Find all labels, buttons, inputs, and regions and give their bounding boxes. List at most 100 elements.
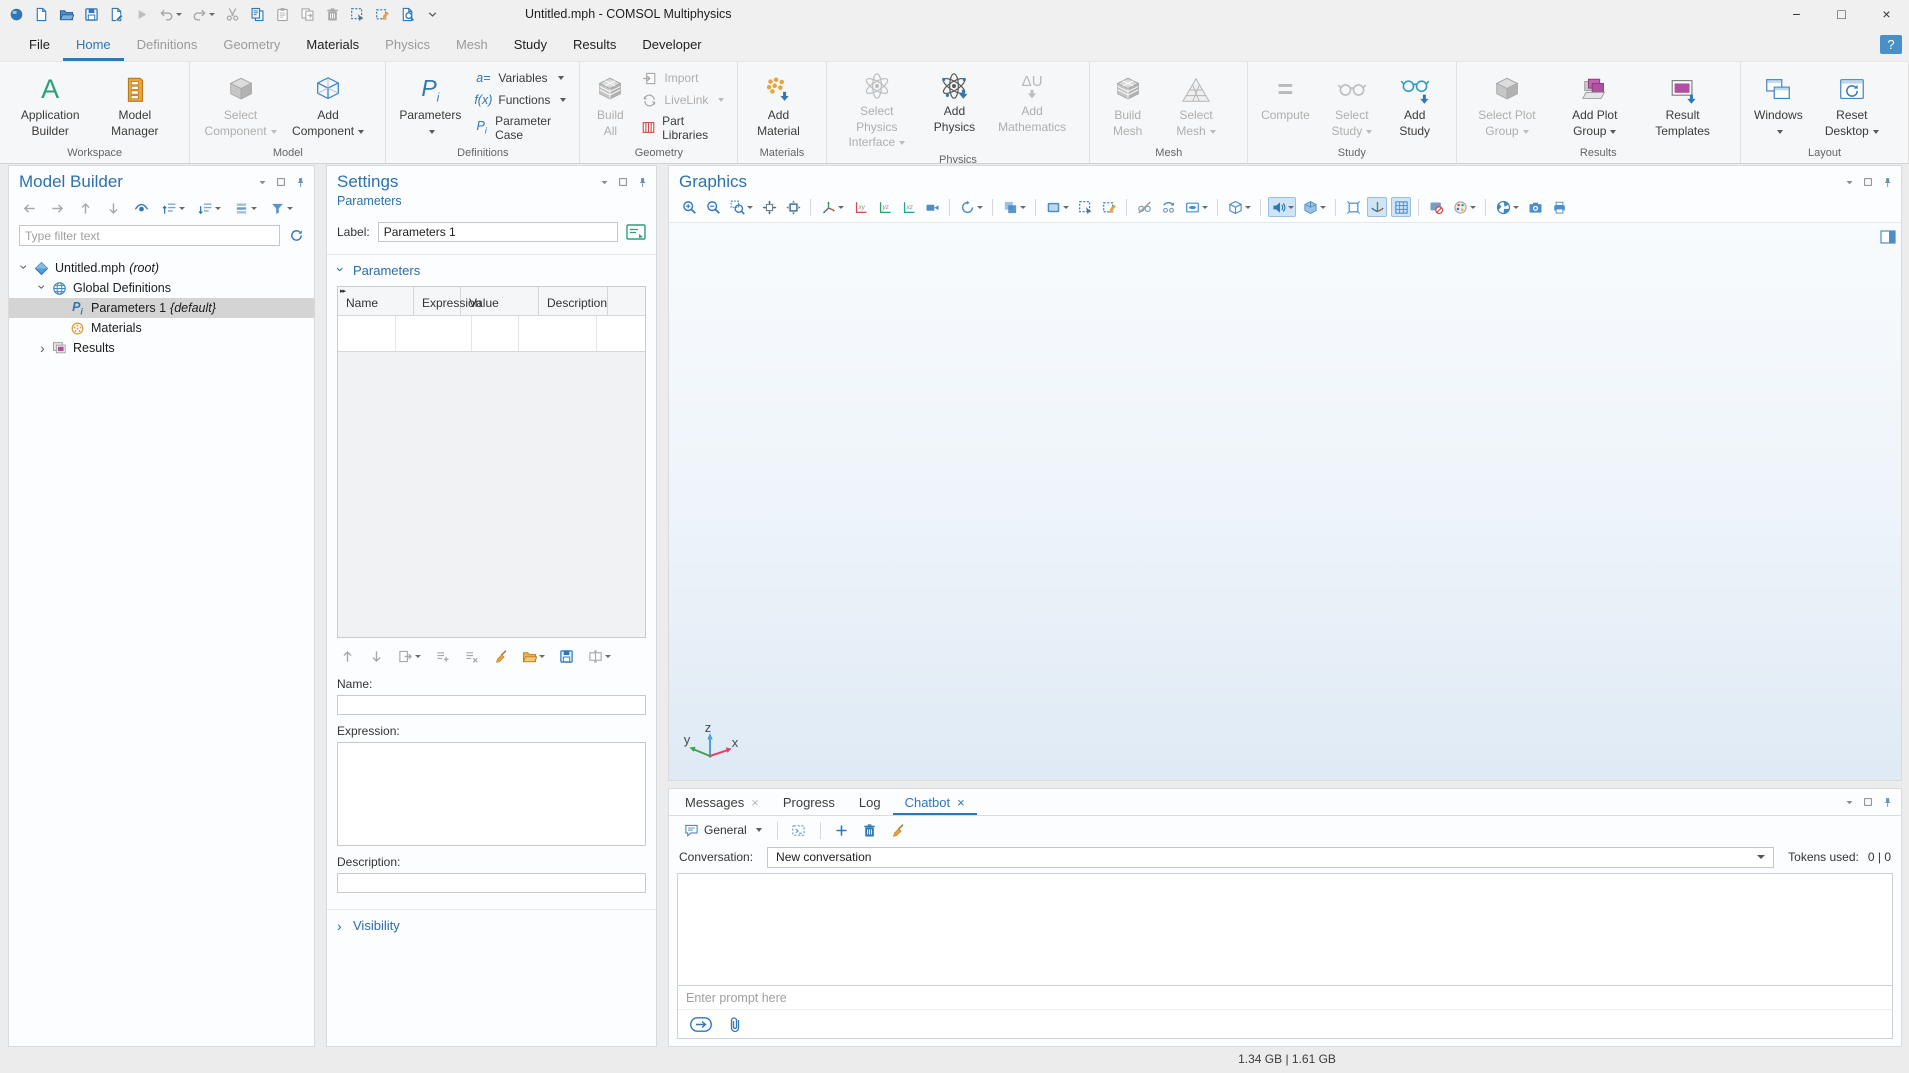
toolbar-button[interactable] (131, 198, 151, 218)
ribbon-button[interactable]: ΔU Add Mathematics (990, 65, 1075, 153)
ribbon-button[interactable]: Select Study (1318, 69, 1386, 141)
panel-caret-icon[interactable] (600, 178, 609, 187)
toolbar-button[interactable] (888, 820, 908, 840)
close-tab-icon[interactable]: × (751, 795, 759, 810)
toolbar-button[interactable] (1182, 197, 1210, 217)
toolbar-button[interactable] (1268, 197, 1296, 217)
bottom-tab[interactable]: Chatbot × (893, 789, 977, 815)
parameters-section-header[interactable]: Parameters (327, 254, 656, 286)
ribbon-button[interactable]: Add Study (1389, 69, 1441, 141)
toolbar-button[interactable] (195, 198, 223, 218)
prompt-input[interactable] (678, 986, 1892, 1010)
tree-expander-icon[interactable] (35, 341, 50, 355)
menu-tab[interactable]: Physics (372, 28, 443, 61)
toolbar-button[interactable] (1367, 197, 1387, 217)
ribbon-button[interactable]: Result Templates (1640, 69, 1725, 141)
qat-button[interactable] (32, 5, 50, 23)
toolbar-button[interactable] (727, 197, 755, 217)
panel-max-icon[interactable] (618, 177, 628, 187)
bottom-tab[interactable]: Progress (771, 789, 847, 815)
bottom-tab[interactable]: Log (847, 789, 893, 815)
toolbar-button[interactable] (789, 820, 809, 840)
tree-expander-icon[interactable] (17, 262, 32, 274)
close-button[interactable]: × (1864, 0, 1909, 28)
tree-item[interactable]: Results (9, 338, 314, 358)
toolbar-button[interactable] (395, 646, 423, 666)
menu-tab[interactable]: Results (560, 28, 629, 61)
ribbon-small-button[interactable]: LiveLink (637, 92, 727, 109)
toolbar-button[interactable] (922, 197, 942, 217)
tree-item[interactable]: Untitled.mph (root) (9, 258, 314, 278)
qat-button[interactable] (298, 5, 316, 23)
maximize-button[interactable]: □ (1819, 0, 1864, 28)
qat-button[interactable] (398, 5, 416, 23)
tree-item[interactable]: Global Definitions (9, 278, 314, 298)
ribbon-button[interactable]: Add Physics (922, 65, 987, 153)
ribbon-button[interactable]: Add Material (746, 69, 810, 141)
panel-caret-icon[interactable] (258, 178, 267, 187)
name-field[interactable] (337, 695, 646, 715)
ribbon-button[interactable]: Select Plot Group (1465, 69, 1550, 141)
menu-tab[interactable]: Geometry (210, 28, 293, 61)
toolbar-button[interactable] (1043, 197, 1071, 217)
ribbon-button[interactable]: = Compute (1256, 69, 1315, 141)
toolbar-button[interactable] (818, 197, 846, 217)
menu-tab[interactable]: Mesh (443, 28, 501, 61)
bottom-tab[interactable]: Messages × (673, 789, 771, 815)
toolbar-button[interactable] (337, 646, 357, 666)
panel-pin-icon[interactable] (1882, 177, 1893, 188)
qat-button[interactable] (223, 5, 241, 23)
qat-button[interactable] (107, 5, 125, 23)
ribbon-button[interactable]: Select Mesh (1160, 69, 1232, 141)
conversation-select[interactable]: New conversation (767, 847, 1774, 868)
toolbar-button[interactable] (1493, 197, 1521, 217)
description-field[interactable] (337, 873, 646, 893)
ribbon-button[interactable]: A Application Builder (8, 69, 92, 141)
ribbon-small-button[interactable]: f(x) Functions (471, 92, 569, 109)
toolbar-button[interactable]: yz (874, 197, 894, 217)
expression-field[interactable] (337, 742, 646, 846)
qat-button[interactable] (132, 5, 150, 23)
toolbar-button[interactable] (267, 198, 295, 218)
qat-button[interactable] (248, 5, 266, 23)
toolbar-button[interactable] (1300, 197, 1328, 217)
qat-button[interactable] (373, 5, 391, 23)
ribbon-button[interactable]: Add Plot Group (1552, 69, 1637, 141)
toolbar-button[interactable] (556, 646, 576, 666)
toolbar-button[interactable] (231, 198, 259, 218)
qat-button[interactable] (57, 5, 75, 23)
graphics-canvas[interactable]: z y x (669, 222, 1901, 780)
toolbar-button[interactable] (1158, 197, 1178, 217)
toolbar-button[interactable]: xz (898, 197, 918, 217)
toolbar-button[interactable] (1549, 197, 1569, 217)
filter-input[interactable] (19, 225, 280, 246)
ribbon-small-button[interactable]: a= Variables (471, 70, 566, 87)
ribbon-button[interactable]: Select Component (198, 69, 283, 141)
toolbar-button[interactable] (1391, 197, 1411, 217)
ribbon-small-button[interactable]: Import (637, 70, 701, 87)
toolbar-button[interactable] (759, 197, 779, 217)
minimize-button[interactable]: − (1774, 0, 1819, 28)
label-input[interactable] (378, 222, 618, 242)
toolbar-button[interactable] (679, 197, 699, 217)
qat-button[interactable] (7, 5, 25, 23)
toolbar-button[interactable] (1099, 197, 1119, 217)
qat-button[interactable] (190, 5, 216, 23)
close-tab-icon[interactable]: × (957, 795, 965, 810)
toolbar-button[interactable] (159, 198, 187, 218)
toolbar-button[interactable] (432, 646, 452, 666)
toolbar-button[interactable] (461, 646, 481, 666)
toolbar-button[interactable] (585, 646, 613, 666)
ribbon-button[interactable]: Model Manager (95, 69, 174, 141)
ribbon-small-button[interactable]: Pi Parameter Case (471, 114, 569, 142)
ribbon-button[interactable]: Pi Parameters (394, 69, 466, 141)
qat-button[interactable] (273, 5, 291, 23)
toolbar-button[interactable] (1450, 197, 1478, 217)
menu-tab[interactable]: Home (63, 28, 124, 61)
table-column-header[interactable]: Description (539, 287, 608, 315)
chat-history[interactable] (677, 873, 1893, 986)
help-button[interactable]: ? (1880, 35, 1902, 54)
toolbar-button[interactable] (1225, 197, 1253, 217)
ribbon-small-button[interactable]: Part Libraries (637, 114, 727, 142)
toolbar-button[interactable] (860, 820, 880, 840)
